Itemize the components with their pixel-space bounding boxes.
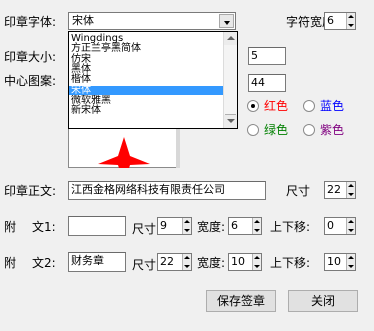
color-radio-red[interactable]: [247, 100, 259, 112]
attach2-text-field[interactable]: 财务章: [68, 252, 126, 272]
seal-text-size-spinner[interactable]: 22: [324, 181, 356, 199]
attach1-label: 附: [4, 220, 17, 234]
color-radio-green[interactable]: [247, 124, 259, 136]
center-pattern-label: 中心图案:: [4, 74, 57, 88]
spinner-buttons[interactable]: [182, 254, 191, 270]
attach1-text-field[interactable]: [68, 216, 126, 236]
color-label-red: 红色: [264, 99, 289, 113]
seal-text-size-value: 22: [327, 183, 341, 196]
attach1-width-spinner[interactable]: 6: [228, 217, 262, 235]
chevron-down-icon[interactable]: [219, 14, 234, 28]
scroll-up-icon[interactable]: [224, 32, 237, 45]
seal-text-field[interactable]: 江西金格网络科技有限责任公司: [68, 181, 266, 200]
attach1-shift-label: 上下移:: [270, 220, 311, 234]
spinner-buttons[interactable]: [182, 218, 191, 234]
attach2-width-label: 宽度:: [197, 256, 226, 270]
seal-font-label: 印章字体:: [4, 15, 57, 29]
save-seal-button[interactable]: 保存签章: [206, 290, 276, 312]
attach1-size-spinner[interactable]: 9: [157, 217, 192, 235]
color-label-green: 绿色: [264, 123, 289, 137]
attach1-size-label: 尺寸: [132, 222, 157, 236]
font-dropdown-list[interactable]: 新宋体 微软雅黑 宋体 楷体 黑体 仿宋 方正兰亭黑简体 Wingdings: [68, 31, 238, 129]
seal-size-field[interactable]: 5: [248, 47, 286, 65]
attach2-size-label: 尺寸: [132, 258, 157, 272]
attach2-label: 附: [4, 256, 17, 270]
attach1-label-b: 文1:: [32, 220, 56, 234]
dropdown-scrollbar[interactable]: [223, 32, 237, 128]
attach1-shift-value: 0: [327, 219, 334, 232]
char-width-spinner[interactable]: 6: [324, 12, 356, 30]
color-radio-blue[interactable]: [303, 100, 315, 112]
spinner-buttons[interactable]: [346, 182, 355, 198]
seal-text-size-label: 尺寸: [286, 184, 311, 198]
spinner-buttons[interactable]: [346, 254, 355, 270]
close-button[interactable]: 关闭: [288, 290, 358, 312]
font-combo[interactable]: 宋体: [68, 12, 236, 30]
attach2-width-value: 10: [231, 255, 245, 268]
font-option[interactable]: Wingdings: [69, 34, 223, 44]
attach2-width-spinner[interactable]: 10: [228, 253, 262, 271]
font-option[interactable]: 黑体: [69, 64, 223, 74]
attach2-shift-label: 上下移:: [270, 256, 311, 270]
color-radio-purple[interactable]: [303, 124, 315, 136]
attach2-size-spinner[interactable]: 22: [157, 253, 192, 271]
attach2-shift-spinner[interactable]: 10: [324, 253, 356, 271]
attach1-width-value: 6: [231, 219, 238, 232]
attach2-label-b: 文2:: [32, 256, 56, 270]
font-option[interactable]: 新宋体: [69, 106, 223, 116]
seal-size-label: 印章大小:: [4, 50, 57, 64]
spinner-buttons[interactable]: [346, 218, 355, 234]
seal-text-label: 印章正文:: [4, 184, 57, 198]
spinner-buttons[interactable]: [346, 13, 355, 29]
attach1-shift-spinner[interactable]: 0: [324, 217, 356, 235]
attach2-shift-value: 10: [327, 255, 341, 268]
spinner-buttons[interactable]: [252, 254, 261, 270]
attach1-size-value: 9: [160, 219, 167, 232]
font-option[interactable]: 仿宋: [69, 54, 223, 64]
scroll-down-icon[interactable]: [224, 115, 237, 128]
spinner-buttons[interactable]: [252, 218, 261, 234]
char-width-value: 6: [327, 14, 334, 27]
font-option[interactable]: 方正兰亭黑简体: [69, 44, 223, 54]
color-label-blue: 蓝色: [320, 99, 345, 113]
pattern-size-field[interactable]: 44: [248, 74, 286, 92]
font-option[interactable]: 微软雅黑: [69, 95, 223, 105]
font-option[interactable]: 楷体: [69, 75, 223, 85]
font-combo-value: 宋体: [72, 14, 94, 27]
attach2-size-value: 22: [160, 255, 174, 268]
attach1-width-label: 宽度:: [197, 220, 226, 234]
font-option[interactable]: 宋体: [69, 85, 223, 95]
color-label-purple: 紫色: [320, 123, 345, 137]
